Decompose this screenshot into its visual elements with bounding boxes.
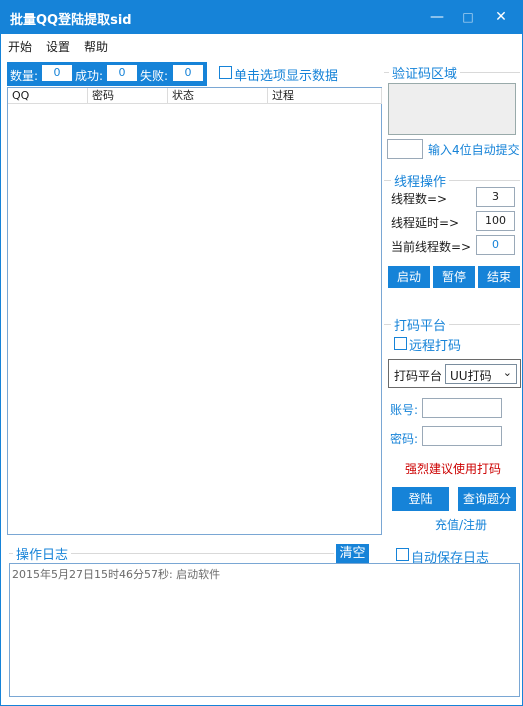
auto-save-log-checkbox[interactable] bbox=[396, 548, 409, 561]
thread-group-title: 线程操作 bbox=[391, 171, 450, 190]
account-label: 账号: bbox=[390, 403, 419, 417]
title-bar: 批量QQ登陆提取sid — □ ✕ bbox=[1, 1, 522, 34]
remote-coding-checkbox[interactable] bbox=[394, 337, 407, 350]
main-window: 批量QQ登陆提取sid — □ ✕ 开始 设置 帮助 数量: 0 成功: 0 失… bbox=[0, 0, 523, 706]
log-group-title: 操作日志 bbox=[13, 544, 72, 563]
query-points-button[interactable]: 查询题分 bbox=[458, 487, 516, 511]
single-click-label: 单击选项显示数据 bbox=[234, 69, 339, 84]
platform-select[interactable]: UU打码 ⌄ bbox=[445, 364, 517, 384]
column-header-password[interactable]: 密码 bbox=[88, 88, 168, 104]
maximize-icon: □ bbox=[462, 10, 474, 24]
start-button[interactable]: 启动 bbox=[388, 266, 430, 288]
captcha-input[interactable] bbox=[387, 139, 423, 159]
window-title: 批量QQ登陆提取sid bbox=[10, 13, 132, 28]
menu-help[interactable]: 帮助 bbox=[84, 38, 108, 55]
fail-value: 0 bbox=[173, 65, 203, 81]
stats-bar: 数量: 0 成功: 0 失败: 0 bbox=[7, 62, 207, 86]
password-input[interactable] bbox=[422, 426, 502, 446]
close-icon: ✕ bbox=[495, 9, 507, 25]
coding-group-title: 打码平台 bbox=[391, 315, 450, 334]
password-label: 密码: bbox=[390, 432, 419, 446]
account-input[interactable] bbox=[422, 398, 502, 418]
auto-submit-label: 输入4位自动提交 bbox=[428, 143, 520, 157]
clear-log-button[interactable]: 清空 bbox=[336, 544, 369, 563]
thread-count-label: 线程数=> bbox=[391, 192, 448, 206]
captcha-image bbox=[388, 83, 516, 135]
recharge-register-link[interactable]: 充值/注册 bbox=[435, 516, 487, 533]
thread-delay-label: 线程延时=> bbox=[391, 216, 460, 230]
platform-select-value: UU打码 bbox=[450, 369, 492, 383]
success-label: 成功: bbox=[75, 69, 104, 83]
menu-settings[interactable]: 设置 bbox=[46, 38, 70, 55]
stop-button[interactable]: 结束 bbox=[478, 266, 520, 288]
menu-bar: 开始 设置 帮助 bbox=[1, 34, 522, 58]
log-line: 2015年5月27日15时46分57秒: 启动软件 bbox=[12, 568, 221, 581]
platform-label: 打码平台 bbox=[394, 369, 443, 383]
remote-coding-label: 远程打码 bbox=[409, 339, 462, 354]
coding-warning: 强烈建议使用打码 bbox=[405, 462, 502, 476]
log-area[interactable]: 2015年5月27日15时46分57秒: 启动软件 bbox=[9, 563, 520, 697]
column-header-status[interactable]: 状态 bbox=[168, 88, 268, 104]
account-table[interactable]: QQ 密码 状态 过程 bbox=[7, 87, 382, 535]
minimize-button[interactable]: — bbox=[427, 7, 447, 27]
chevron-down-icon: ⌄ bbox=[502, 366, 512, 379]
pause-button[interactable]: 暂停 bbox=[433, 266, 475, 288]
thread-delay-input[interactable]: 100 bbox=[476, 211, 515, 231]
thread-count-input[interactable]: 3 bbox=[476, 187, 515, 207]
single-click-checkbox[interactable] bbox=[219, 66, 232, 79]
captcha-group-title: 验证码区域 bbox=[389, 63, 461, 82]
count-value: 0 bbox=[42, 65, 72, 81]
menu-start[interactable]: 开始 bbox=[8, 38, 32, 55]
fail-label: 失败: bbox=[140, 69, 169, 83]
column-header-process[interactable]: 过程 bbox=[268, 88, 382, 104]
close-button[interactable]: ✕ bbox=[491, 7, 511, 27]
count-label: 数量: bbox=[10, 69, 39, 83]
minimize-icon: — bbox=[430, 9, 444, 25]
login-button[interactable]: 登陆 bbox=[392, 487, 449, 511]
platform-row: 打码平台 UU打码 ⌄ bbox=[388, 359, 521, 388]
column-header-qq[interactable]: QQ bbox=[8, 88, 88, 104]
current-thread-value: 0 bbox=[476, 235, 515, 255]
maximize-button[interactable]: □ bbox=[458, 7, 478, 27]
current-thread-label: 当前线程数=> bbox=[391, 240, 472, 254]
success-value: 0 bbox=[107, 65, 137, 81]
